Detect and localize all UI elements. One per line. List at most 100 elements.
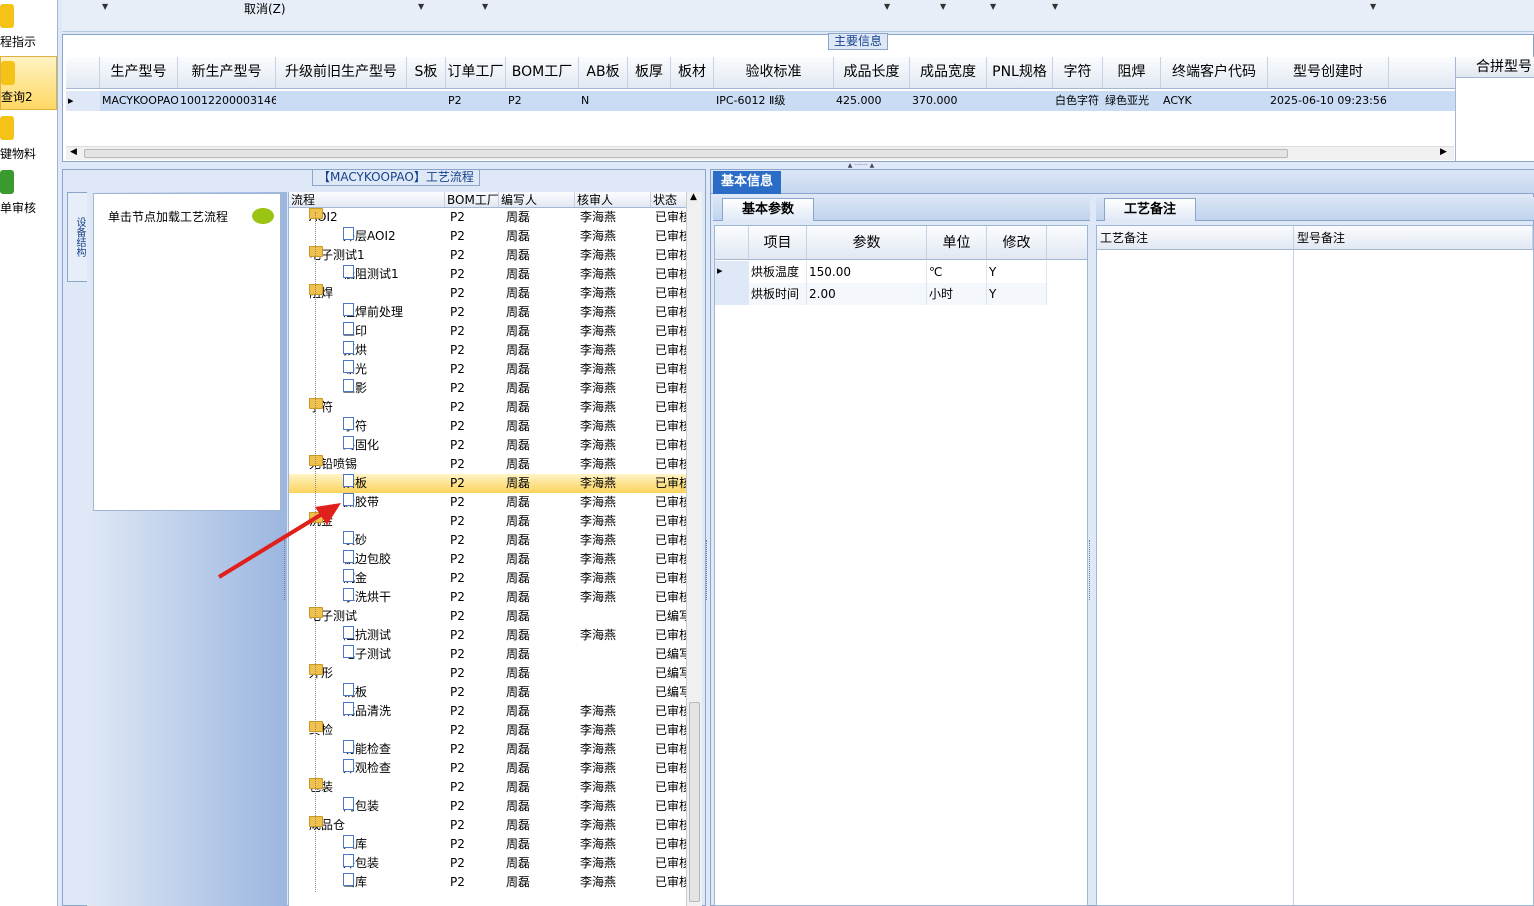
column-header[interactable]: 阻焊 [1103,57,1161,88]
tree-row[interactable]: 字符 P2 周磊 李海燕 已审核 [289,417,687,436]
column-header[interactable]: 型号创建时 [1268,57,1389,88]
param-column-header[interactable]: 单位 [927,226,987,259]
tree-row[interactable]: 沉金 P2 周磊 李海燕 已审核 [289,569,687,588]
tree-node[interactable]: 外观检查 [343,759,391,778]
tree-node[interactable]: 撕胶带 [343,493,379,512]
tree-node[interactable]: 预烘 [343,341,367,360]
table-cell[interactable]: 10012200003146 [178,91,276,111]
tree-row[interactable]: −沉金P2周磊李海燕已审核 [289,512,687,531]
column-header[interactable]: 升级前旧生产型号 [276,57,407,88]
tree-row[interactable]: 烘板 P2 周磊 李海燕 已审核 [289,474,687,493]
splitter-handle[interactable]: ▲ ······· ▲ [826,162,896,169]
table-cell[interactable]: P2 [506,91,579,111]
tree-row[interactable]: 外层AOI2 P2 周磊 李海燕 已审核 [289,227,687,246]
nav-item[interactable]: 键物料 [0,112,57,166]
tree-node[interactable]: 烘板 [343,474,367,493]
column-header[interactable]: S板 [407,57,446,88]
tree-row[interactable]: 预烘 P2 周磊 李海燕 已审核 [289,341,687,360]
column-header[interactable]: 板材 [671,57,714,88]
tree-row[interactable]: −无铅喷锡 P2 周磊 李海燕 已审核 [289,455,687,474]
tree-node[interactable]: 沉金 [343,569,367,588]
tree-row[interactable]: 成品清洗 P2 周磊 李海燕 已审核 [289,702,687,721]
tree-node[interactable]: −外形 [309,664,333,683]
scroll-up-icon[interactable]: ▲ [690,192,697,202]
param-column-header[interactable]: 参数 [807,226,927,259]
column-header[interactable]: 成品宽度 [910,57,987,88]
horizontal-scrollbar[interactable]: ◀ ▶ [66,146,1454,160]
dropdown-arrow-icon[interactable]: ▼ [990,2,996,11]
tab-basic-params[interactable]: 基本参数 [722,198,814,221]
tree-row[interactable]: 阻抗测试 P2 周磊 李海燕 已审核 [289,626,687,645]
tree-node[interactable]: 丝印 [343,322,367,341]
tree-node[interactable]: 入库 [343,835,367,854]
table-cell[interactable]: 2025-06-10 09:23:56 [1268,91,1389,111]
table-cell[interactable]: P2 [446,91,506,111]
table-cell[interactable]: 425.000 [834,91,910,111]
dropdown-arrow-icon[interactable]: ▼ [1052,2,1058,11]
tree-row[interactable]: 出库 P2 周磊 李海燕 已审核 [289,873,687,892]
param-cell-item[interactable]: 烘板时间 [749,283,807,305]
tree-node[interactable]: 内包装 [343,797,379,816]
tree-node[interactable]: 水洗烘干 [343,588,391,607]
table-cell[interactable]: 370.000 [910,91,987,111]
tree-row[interactable]: 内包装 P2 周磊 李海燕 已审核 [289,797,687,816]
table-cell[interactable]: N [579,91,628,111]
dropdown-arrow-icon[interactable]: ▼ [940,2,946,11]
tab-process-remarks[interactable]: 工艺备注 [1104,198,1196,221]
tree-node[interactable]: 铣板 [343,683,367,702]
tree-node[interactable]: 阻焊前处理 [343,303,403,322]
table-cell[interactable] [671,91,714,111]
tree-node[interactable]: 外包装 [343,854,379,873]
column-header[interactable]: 新生产型号 [178,57,276,88]
tree-row[interactable]: 显影 P2 周磊 李海燕 已审核 [289,379,687,398]
nav-item[interactable]: 查询2 [0,56,57,110]
dropdown-arrow-icon[interactable]: ▼ [482,2,488,11]
tree-node[interactable]: −包装 [309,778,333,797]
tree-node[interactable]: −无铅喷锡 [309,455,357,474]
tree-row[interactable]: 喷砂 P2 周磊 李海燕 已审核 [289,531,687,550]
param-cell-modify[interactable]: Y [987,283,1047,305]
tree-row[interactable]: −电子测试1 P2 周磊 李海燕 已审核 [289,246,687,265]
table-cell[interactable]: ACYK [1161,91,1268,111]
column-header[interactable]: AB板 [579,57,628,88]
param-column-header[interactable]: 项目 [749,226,807,259]
tree-row[interactable]: −包装 P2 周磊 李海燕 已审核 [289,778,687,797]
table-row[interactable]: ▸ 烘板温度 150.00 ℃ Y [715,261,1047,283]
tree-node[interactable]: −电子测试 [309,607,357,626]
tree-row[interactable]: −阻焊 P2 周磊 李海燕 已审核 [289,284,687,303]
tree-row[interactable]: 外包装 P2 周磊 李海燕 已审核 [289,854,687,873]
tree-node[interactable]: 功能检查 [343,740,391,759]
tree-column-header[interactable]: BOM工厂 [445,192,499,207]
tree-row[interactable]: −外形 P2 周磊 已编写 [289,664,687,683]
scrollbar-thumb[interactable] [689,702,700,902]
param-cell-unit[interactable]: 小时 [927,283,987,305]
nav-item[interactable]: 单审核 [0,166,57,220]
tree-node[interactable]: 成品清洗 [343,702,391,721]
table-cell[interactable] [407,91,446,111]
tree-node[interactable]: −终检 [309,721,333,740]
param-column-header[interactable]: 修改 [987,226,1047,259]
nav-item[interactable]: 程指示 [0,0,57,54]
process-remark-input[interactable] [1097,250,1294,905]
table-cell[interactable]: MACYKOOPAO [100,91,178,111]
column-header[interactable]: PNL规格 [987,57,1053,88]
table-cell[interactable]: 绿色亚光 [1103,91,1161,111]
tree-node[interactable]: 阻抗测试 [343,626,391,645]
model-remark-input[interactable] [1295,250,1533,905]
table-cell[interactable]: IPC-6012 Ⅱ级 [714,91,834,111]
param-cell-unit[interactable]: ℃ [927,261,987,283]
tree-row[interactable]: 入库 P2 周磊 李海燕 已审核 [289,835,687,854]
column-header[interactable]: 订单工厂 [446,57,506,88]
tab-device-structure[interactable]: 设备结构 [67,192,87,282]
scrollbar-thumb[interactable] [84,149,1288,158]
column-header[interactable]: 成品长度 [834,57,910,88]
tree-node[interactable]: −AOI2 [309,208,338,227]
tree-node[interactable]: −字符 [309,398,333,417]
tab-basic-info[interactable]: 基本信息 [713,171,781,194]
column-header[interactable]: 生产型号 [100,57,178,88]
table-row[interactable]: 烘板时间 2.00 小时 Y [715,283,1047,305]
tree-node[interactable]: 出库 [343,873,367,892]
dropdown-arrow-icon[interactable]: ▼ [102,2,108,11]
table-cell[interactable]: 白色字符 [1053,91,1103,111]
tree-node[interactable]: −阻焊 [309,284,333,303]
